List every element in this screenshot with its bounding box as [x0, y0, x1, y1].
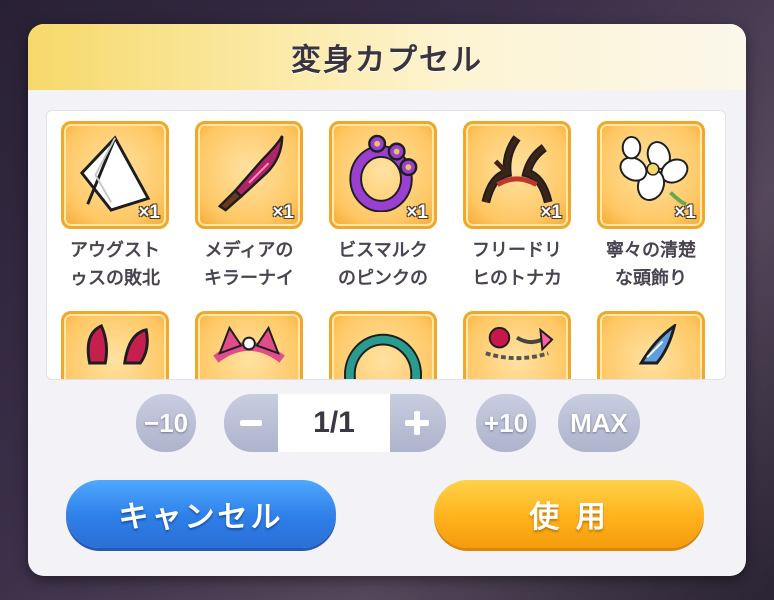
- item-slot[interactable]: [329, 311, 437, 379]
- white-flag-icon: [79, 135, 151, 212]
- item-slot[interactable]: ×1 アウグスト ゥスの敗北: [61, 121, 169, 293]
- teal-choker-icon: [344, 333, 422, 379]
- item-quantity: ×1: [272, 202, 294, 223]
- item-frame: [463, 311, 571, 379]
- item-list-panel[interactable]: ×1 アウグスト ゥスの敗北 ×1 メディアの キラーナイ ×1 ビスマルク の…: [46, 110, 726, 380]
- item-slot[interactable]: [195, 311, 303, 379]
- item-frame: [195, 311, 303, 379]
- item-quantity: ×1: [406, 202, 428, 223]
- use-label: 使 用: [529, 500, 609, 535]
- item-name: アウグスト ゥスの敗北: [70, 240, 160, 289]
- item-frame: ×1: [463, 121, 571, 229]
- pink-knuckles-icon: [349, 134, 418, 212]
- item-quantity: ×1: [540, 202, 562, 223]
- item-slot[interactable]: [463, 311, 571, 379]
- item-slot[interactable]: ×1 寧々の清楚 な頭飾り: [597, 121, 705, 293]
- item-frame: [597, 311, 705, 379]
- plus-icon: [405, 411, 429, 435]
- killer-knife-icon: [217, 135, 284, 212]
- max-button[interactable]: MAX: [558, 394, 640, 452]
- bunny-ears-icon: [86, 324, 149, 365]
- minus-icon: [240, 420, 262, 426]
- decrement-button[interactable]: [224, 394, 278, 452]
- quantity-controls: −10 1/1 +10 MAX: [28, 392, 746, 462]
- cancel-label: キャンセル: [118, 500, 284, 535]
- item-frame: ×1: [195, 121, 303, 229]
- item-quantity: ×1: [674, 202, 696, 223]
- item-name: 寧々の清楚 な頭飾り: [606, 240, 696, 289]
- item-slot[interactable]: ×1 フリードリ ヒのトナカ: [463, 121, 571, 293]
- item-frame: [61, 311, 169, 379]
- plus-ten-label: +10: [483, 407, 529, 438]
- item-frame: ×1: [597, 121, 705, 229]
- dialog-header: 変身カプセル: [28, 24, 746, 90]
- minus-ten-label: −10: [143, 407, 189, 438]
- dialog-title: 変身カプセル: [291, 43, 483, 78]
- item-name: ビスマルク のピンクの: [338, 240, 428, 289]
- item-frame: ×1: [329, 121, 437, 229]
- item-slot[interactable]: ×1 ビスマルク のピンクの: [329, 121, 437, 293]
- rose-bracelet-icon: [485, 326, 554, 361]
- minus-ten-button[interactable]: −10: [136, 394, 196, 452]
- increment-button[interactable]: [390, 394, 444, 452]
- white-flower-hair-ornament-icon: [619, 135, 689, 207]
- plus-ten-button[interactable]: +10: [476, 394, 536, 452]
- reindeer-antlers-icon: [481, 135, 553, 204]
- item-frame: [329, 311, 437, 379]
- item-slot[interactable]: [597, 311, 705, 379]
- quantity-stepper: 1/1: [224, 394, 446, 452]
- use-button[interactable]: 使 用: [434, 480, 704, 548]
- item-quantity: ×1: [138, 202, 160, 223]
- max-label: MAX: [570, 407, 628, 438]
- quantity-value: 1/1: [278, 394, 390, 452]
- item-name: メディアの キラーナイ: [204, 240, 294, 289]
- item-slot[interactable]: ×1 メディアの キラーナイ: [195, 121, 303, 293]
- transform-capsule-dialog: 変身カプセル ×1 アウグスト ゥスの敗北 ×1 メディアの キラーナイ ×1 …: [28, 24, 746, 576]
- item-frame: ×1: [61, 121, 169, 229]
- item-slot[interactable]: [61, 311, 169, 379]
- item-grid: ×1 アウグスト ゥスの敗北 ×1 メディアの キラーナイ ×1 ビスマルク の…: [61, 121, 705, 379]
- cat-ear-headband-icon: [213, 325, 285, 363]
- cancel-button[interactable]: キャンセル: [66, 480, 336, 548]
- blue-horn-icon: [638, 324, 677, 365]
- item-name: フリードリ ヒのトナカ: [472, 240, 562, 289]
